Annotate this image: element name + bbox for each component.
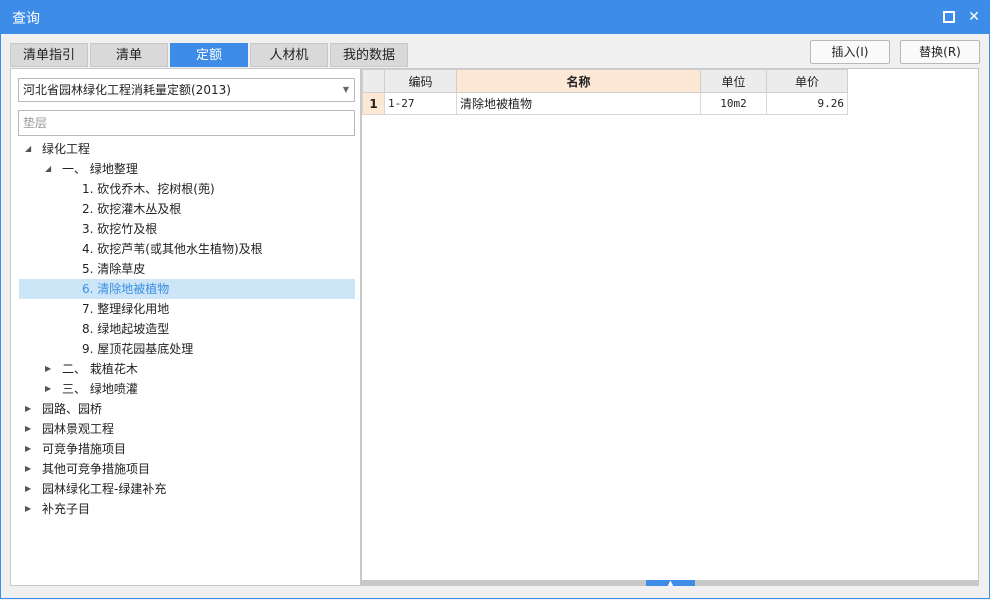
tree-node-label: 三、 绿地喷灌 <box>62 382 138 396</box>
insert-button[interactable]: 插入(I) <box>810 40 890 64</box>
name-cell[interactable]: 清除地被植物 <box>456 92 701 115</box>
tree-node-label: 2. 砍挖灌木丛及根 <box>82 202 182 216</box>
tree-node-label: 园林绿化工程-绿建补充 <box>42 482 167 496</box>
tree-node-label: 园林景观工程 <box>42 422 115 436</box>
tab-rencaiji[interactable]: 人材机 <box>250 43 328 67</box>
column-header-price[interactable]: 单价 <box>766 69 848 93</box>
close-icon: ✕ <box>968 9 980 25</box>
row-number-header <box>362 69 385 93</box>
tab-qingdan[interactable]: 清单 <box>90 43 168 67</box>
collapsed-arrow-icon: ▶ <box>25 444 32 453</box>
tree-node-buchong[interactable]: ▶ 补充子目 <box>19 499 355 519</box>
tree-node-jingguan[interactable]: ▶ 园林景观工程 <box>19 419 355 439</box>
tree-node-lvdi-zhengli[interactable]: ◢ 一、 绿地整理 <box>19 159 355 179</box>
expanded-arrow-icon: ◢ <box>45 164 52 173</box>
right-panel <box>361 68 979 586</box>
results-table: 编码 名称 单位 单价 1 1-27 清除地被植物 10m2 9.26 <box>362 69 848 115</box>
tab-my-data[interactable]: 我的数据 <box>330 43 408 67</box>
chevron-up-icon: ▲ <box>667 579 674 587</box>
tree-node-lvhua[interactable]: ◢ 绿化工程 <box>19 139 355 159</box>
tree-node-yuanlu[interactable]: ▶ 园路、园桥 <box>19 399 355 419</box>
collapsed-arrow-icon: ▶ <box>25 464 32 473</box>
restore-icon <box>943 11 955 23</box>
column-header-name[interactable]: 名称 <box>456 69 701 93</box>
tree-leaf[interactable]: 8. 绿地起坡造型 <box>19 319 355 339</box>
tree-leaf[interactable]: 9. 屋顶花园基底处理 <box>19 339 355 359</box>
tree-node-label: 二、 栽植花木 <box>62 362 138 376</box>
tree-leaf-selected[interactable]: 6. 清除地被植物 <box>19 279 355 299</box>
tree-leaf[interactable]: 1. 砍伐乔木、挖树根(蔸) <box>19 179 355 199</box>
tree-node-penguan[interactable]: ▶ 三、 绿地喷灌 <box>19 379 355 399</box>
tree-node-label: 5. 清除草皮 <box>82 262 146 276</box>
tree-node-label: 9. 屋顶花园基底处理 <box>82 342 194 356</box>
row-number-cell: 1 <box>362 92 385 115</box>
tree-node-label: 3. 砍挖竹及根 <box>82 222 158 236</box>
tree-node-label: 园路、园桥 <box>42 402 103 416</box>
database-select[interactable]: 河北省园林绿化工程消耗量定额(2013) ▼ <box>18 78 355 102</box>
tree-node-label: 8. 绿地起坡造型 <box>82 322 170 336</box>
replace-button[interactable]: 替换(R) <box>900 40 980 64</box>
database-select-value: 河北省园林绿化工程消耗量定额(2013) <box>23 83 231 97</box>
table-row[interactable]: 1 1-27 清除地被植物 10m2 9.26 <box>362 92 848 115</box>
restore-button[interactable] <box>940 8 958 26</box>
tree-leaf[interactable]: 5. 清除草皮 <box>19 259 355 279</box>
price-cell[interactable]: 9.26 <box>766 92 848 115</box>
tree-node-label: 1. 砍伐乔木、挖树根(蔸) <box>82 182 215 196</box>
dropdown-arrow-icon: ▼ <box>342 85 349 94</box>
tree-node-zaizhi[interactable]: ▶ 二、 栽植花木 <box>19 359 355 379</box>
expanded-arrow-icon: ◢ <box>25 144 32 153</box>
unit-cell[interactable]: 10m2 <box>700 92 767 115</box>
tree-node-label: 6. 清除地被植物 <box>82 282 170 296</box>
collapsed-arrow-icon: ▶ <box>45 384 52 393</box>
tree-node-lvjian[interactable]: ▶ 园林绿化工程-绿建补充 <box>19 479 355 499</box>
tree-node-label: 4. 砍挖芦苇(或其他水生植物)及根 <box>82 242 263 256</box>
tree-node-label: 一、 绿地整理 <box>62 162 138 176</box>
tab-dinge[interactable]: 定额 <box>170 43 248 67</box>
tree-leaf[interactable]: 4. 砍挖芦苇(或其他水生植物)及根 <box>19 239 355 259</box>
tree-node-label: 绿化工程 <box>42 142 91 156</box>
collapsed-arrow-icon: ▶ <box>25 484 32 493</box>
tree-leaf[interactable]: 2. 砍挖灌木丛及根 <box>19 199 355 219</box>
tree-node-jingzheng[interactable]: ▶ 可竞争措施项目 <box>19 439 355 459</box>
tree-node-label: 其他可竞争措施项目 <box>42 462 151 476</box>
collapsed-arrow-icon: ▶ <box>25 424 32 433</box>
column-header-code[interactable]: 编码 <box>384 69 457 93</box>
tree-leaf[interactable]: 3. 砍挖竹及根 <box>19 219 355 239</box>
code-cell[interactable]: 1-27 <box>384 92 457 115</box>
collapsed-arrow-icon: ▶ <box>25 504 32 513</box>
close-button[interactable]: ✕ <box>965 8 983 26</box>
tab-qingdan-zhiyin[interactable]: 清单指引 <box>10 43 88 67</box>
tree-node-qita[interactable]: ▶ 其他可竞争措施项目 <box>19 459 355 479</box>
search-input[interactable] <box>18 110 355 136</box>
window-title: 查询 <box>12 11 40 27</box>
collapsed-arrow-icon: ▶ <box>25 404 32 413</box>
tree-leaf[interactable]: 7. 整理绿化用地 <box>19 299 355 319</box>
column-header-unit[interactable]: 单位 <box>700 69 767 93</box>
collapsed-arrow-icon: ▶ <box>45 364 52 373</box>
splitter-handle[interactable]: ▲ <box>646 579 695 587</box>
tree-node-label: 补充子目 <box>42 502 91 516</box>
title-bar: 查询 ✕ <box>0 0 990 34</box>
table-header-row: 编码 名称 单位 单价 <box>362 69 848 93</box>
tree-node-label: 7. 整理绿化用地 <box>82 302 170 316</box>
tree-node-label: 可竞争措施项目 <box>42 442 127 456</box>
